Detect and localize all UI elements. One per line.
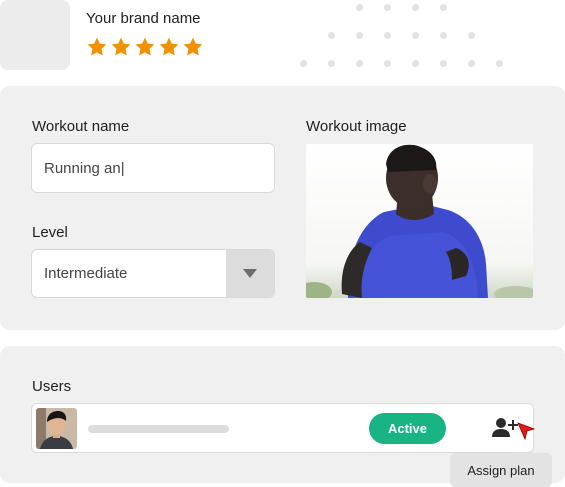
- decorative-dot: [412, 32, 419, 39]
- level-select-value: Intermediate: [44, 265, 128, 282]
- star-icon: [159, 37, 179, 56]
- add-user-icon[interactable]: [492, 417, 518, 439]
- decorative-dot: [440, 4, 447, 11]
- workout-image[interactable]: [306, 144, 533, 298]
- runner-photo: [306, 144, 533, 298]
- decorative-dot: [328, 60, 335, 67]
- star-rating: [86, 36, 204, 58]
- workout-name-label: Workout name: [32, 118, 130, 135]
- decorative-dot: [300, 60, 307, 67]
- assign-plan-tooltip: Assign plan: [450, 453, 552, 487]
- users-label: Users: [32, 378, 72, 395]
- decorative-dot: [440, 32, 447, 39]
- star-icon: [183, 37, 203, 56]
- mouse-cursor-icon: [517, 422, 536, 441]
- decorative-dot: [412, 4, 419, 11]
- decorative-dot: [356, 32, 363, 39]
- level-label: Level: [32, 224, 68, 241]
- decorative-dot: [440, 60, 447, 67]
- decorative-dot: [496, 60, 503, 67]
- level-dropdown-button[interactable]: [226, 250, 274, 297]
- workout-image-label: Workout image: [306, 118, 407, 135]
- star-icon: [111, 37, 131, 56]
- decorative-dot: [356, 4, 363, 11]
- brand-logo-placeholder: [0, 0, 70, 70]
- decorative-dot: [356, 60, 363, 67]
- decorative-dot: [412, 60, 419, 67]
- avatar: [36, 408, 77, 449]
- brand-name: Your brand name: [86, 10, 201, 27]
- user-name-placeholder: [88, 425, 229, 433]
- level-select[interactable]: Intermediate: [31, 249, 275, 298]
- user-avatar-photo: [36, 408, 77, 449]
- workout-name-input[interactable]: Running an|: [31, 143, 275, 193]
- decorative-dot: [468, 32, 475, 39]
- user-list-item[interactable]: Active: [31, 403, 534, 453]
- chevron-down-icon: [243, 269, 257, 278]
- star-icon: [87, 37, 107, 56]
- decorative-dot: [384, 60, 391, 67]
- decorative-dot: [468, 60, 475, 67]
- decorative-dot: [328, 32, 335, 39]
- status-badge: Active: [369, 413, 446, 444]
- star-icon: [135, 37, 155, 56]
- decorative-dot-grid: [296, 0, 536, 72]
- decorative-dot: [384, 4, 391, 11]
- decorative-dot: [384, 32, 391, 39]
